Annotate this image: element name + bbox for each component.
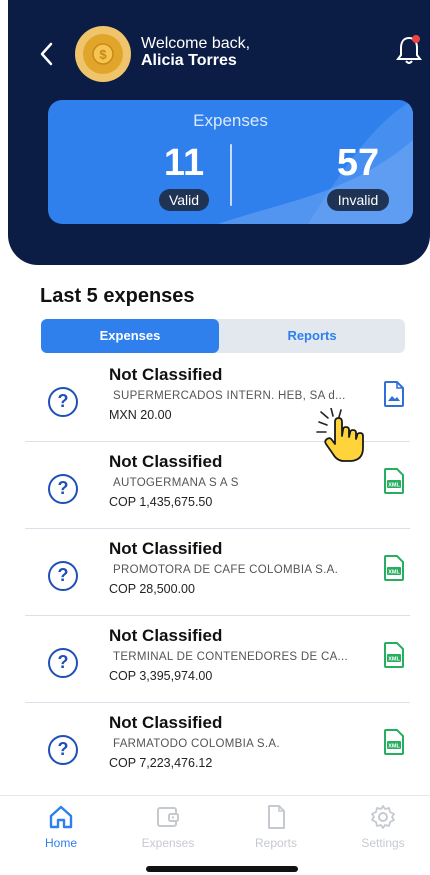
section-title: Last 5 expenses [40, 285, 195, 307]
gear-icon [371, 805, 395, 829]
expense-amount: MXN 20.00 [109, 408, 172, 422]
tab-settings-label: Settings [361, 836, 405, 850]
avatar[interactable]: $ [75, 26, 131, 82]
expenses-stats-card: Expenses 11 Valid 57 Invalid [48, 100, 413, 224]
tap-hand-icon [316, 408, 364, 462]
expense-vendor: PROMOTORA DE CAFE COLOMBIA S.A. [113, 564, 339, 576]
header: $ Welcome back, Alicia Torres Expenses 1… [8, 0, 430, 265]
tab-expenses-nav[interactable]: Expenses [128, 804, 208, 850]
tab-reports[interactable]: Reports [219, 319, 405, 353]
expense-amount: COP 1,435,675.50 [109, 495, 213, 509]
expense-title: Not Classified [109, 539, 223, 558]
user-name: Alicia Torres [141, 52, 237, 69]
invalid-count: 57 [336, 142, 380, 184]
bottom-tab-bar: Home Expenses Reports Settings [0, 795, 430, 875]
expense-vendor: AUTOGERMANA S A S [113, 477, 239, 489]
expense-vendor: FARMATODO COLOMBIA S.A. [113, 738, 280, 750]
home-icon [49, 805, 73, 829]
expense-amount: COP 3,395,974.00 [109, 669, 213, 683]
question-icon: ? [48, 735, 78, 765]
tab-settings[interactable]: Settings [343, 804, 423, 850]
valid-count: 11 [163, 142, 205, 184]
expense-row[interactable]: ? Not Classified TERMINAL DE CONTENEDORE… [0, 616, 410, 703]
stats-divider [230, 144, 232, 206]
expense-row[interactable]: ? Not Classified FARMATODO COLOMBIA S.A.… [0, 703, 410, 790]
tab-expenses[interactable]: Expenses [41, 319, 219, 353]
chevron-left-icon [40, 42, 53, 66]
welcome-text: Welcome back, [141, 35, 251, 52]
question-icon: ? [48, 474, 78, 504]
tab-reports-nav[interactable]: Reports [236, 804, 316, 850]
expense-amount: COP 7,223,476.12 [109, 756, 213, 770]
expense-title: Not Classified [109, 626, 223, 645]
question-icon: ? [48, 387, 78, 417]
xml-document-icon[interactable]: XML [383, 642, 405, 668]
svg-text:XML: XML [388, 483, 400, 489]
image-document-icon[interactable] [383, 381, 405, 407]
xml-document-icon[interactable]: XML [383, 468, 405, 494]
tab-reports-label: Reports [254, 836, 298, 850]
xml-document-icon[interactable]: XML [383, 555, 405, 581]
svg-text:XML: XML [388, 657, 400, 663]
category-badge: ? [30, 543, 96, 609]
notification-bell-icon[interactable] [394, 34, 424, 68]
svg-text:$: $ [99, 47, 107, 62]
category-badge: ? [30, 717, 96, 783]
expense-title: Not Classified [109, 713, 223, 732]
valid-label: Valid [159, 189, 209, 211]
expense-vendor: TERMINAL DE CONTENEDORES DE CA... [113, 651, 349, 663]
report-document-icon [268, 805, 285, 829]
expense-vendor: SUPERMERCADOS INTERN. HEB, SA d... [113, 390, 346, 402]
invalid-label: Invalid [327, 189, 389, 211]
svg-text:XML: XML [388, 744, 400, 750]
category-badge: ? [30, 456, 96, 522]
question-icon: ? [48, 648, 78, 678]
expense-row[interactable]: ? Not Classified PROMOTORA DE CAFE COLOM… [0, 529, 410, 616]
stats-title: Expenses [193, 111, 268, 130]
coin-icon: $ [92, 43, 114, 65]
category-badge: ? [30, 630, 96, 696]
expense-amount: COP 28,500.00 [109, 582, 195, 596]
back-button[interactable] [34, 40, 58, 68]
segmented-control: Expenses Reports [41, 319, 405, 353]
expense-title: Not Classified [109, 452, 223, 471]
tab-expenses-label: Expenses [141, 836, 195, 850]
category-badge: ? [30, 369, 96, 435]
tab-home[interactable]: Home [21, 804, 101, 850]
tab-home-label: Home [44, 836, 77, 850]
wallet-icon [157, 807, 179, 827]
xml-document-icon[interactable]: XML [383, 729, 405, 755]
question-icon: ? [48, 561, 78, 591]
expense-title: Not Classified [109, 365, 223, 384]
svg-text:XML: XML [388, 570, 400, 576]
home-indicator [146, 866, 298, 872]
